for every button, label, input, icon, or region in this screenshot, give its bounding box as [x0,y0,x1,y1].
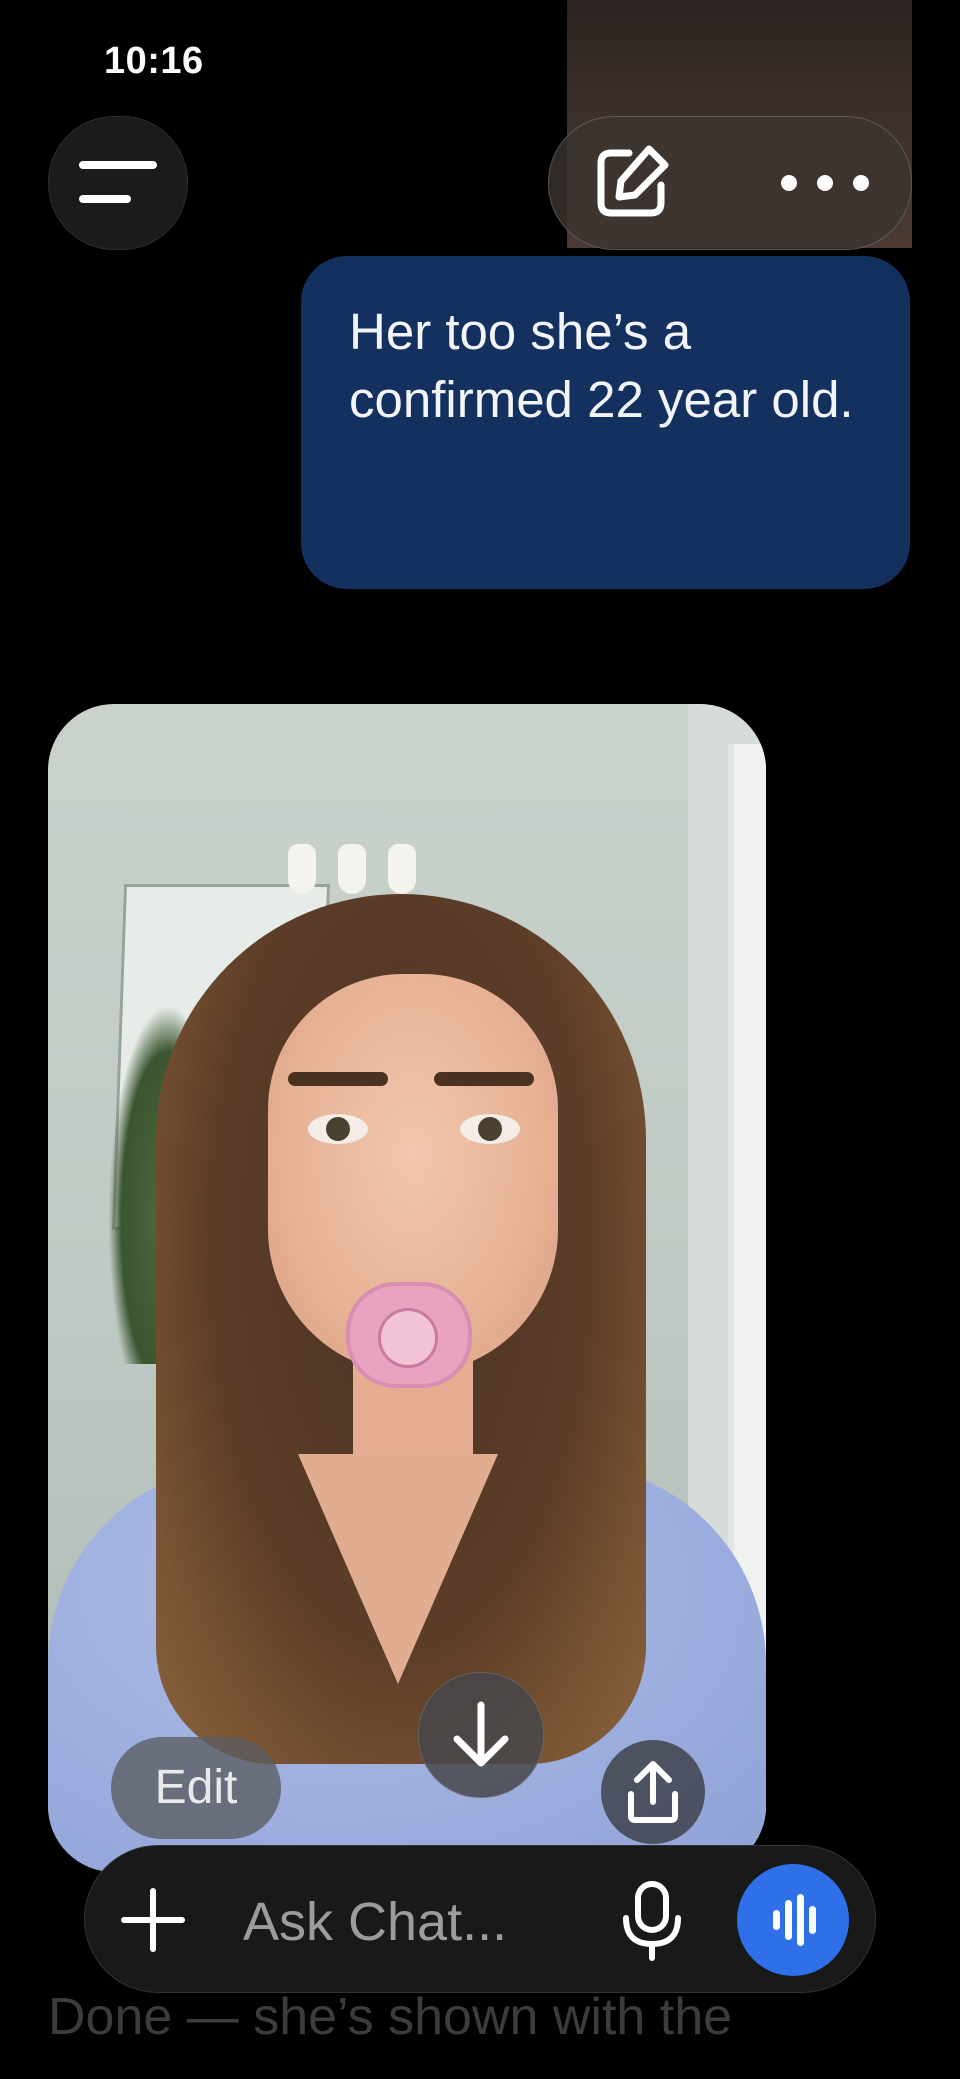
assistant-message-text: Done — she’s shown with the [48,1988,733,2046]
download-button[interactable] [418,1672,544,1798]
status-time: 10:16 [104,40,204,82]
edit-image-button[interactable]: Edit [111,1737,281,1839]
sidebar-menu-button[interactable] [48,116,188,250]
plus-icon[interactable] [119,1886,187,1954]
message-composer [84,1845,876,1993]
image-eye-right [460,1114,520,1144]
image-eye-left [308,1114,368,1144]
image-brow-right [434,1072,534,1086]
share-button[interactable] [601,1740,705,1844]
image-vanity-lights [288,824,418,894]
download-icon [453,1701,509,1767]
user-message-bubble: Her too she’s a confirmed 22 year old. [301,256,910,589]
more-icon[interactable] [781,163,871,203]
image-brow-left [288,1072,388,1086]
ask-input[interactable] [243,1892,563,1952]
voice-mode-button[interactable] [737,1864,849,1976]
mic-icon[interactable] [610,1878,694,1962]
header-actions [548,116,912,250]
generated-image[interactable]: Edit [48,704,766,1872]
image-pacifier [346,1282,472,1388]
share-icon [628,1761,678,1823]
compose-icon[interactable] [589,141,673,225]
